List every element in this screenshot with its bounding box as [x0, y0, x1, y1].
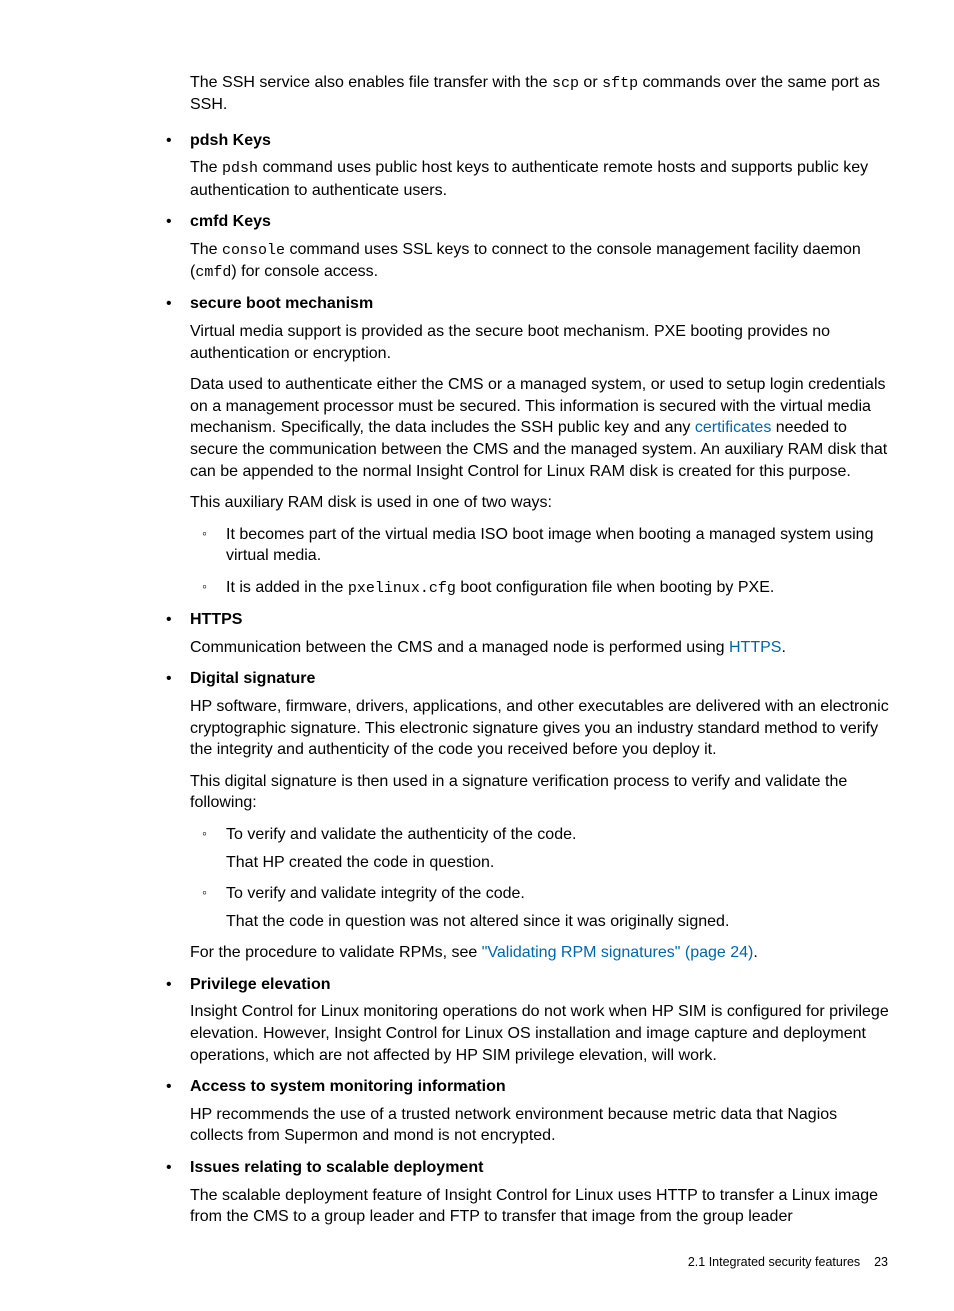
footer-page-number: 23: [874, 1255, 888, 1269]
paragraph: This digital signature is then used in a…: [190, 771, 894, 814]
code-sftp: sftp: [602, 75, 638, 92]
code-pxelinux: pxelinux.cfg: [348, 580, 456, 597]
text: The: [190, 159, 222, 176]
intro-paragraph: The SSH service also enables file transf…: [190, 72, 894, 116]
item-secure-boot: secure boot mechanism Virtual media supp…: [160, 293, 894, 599]
item-access-monitoring: Access to system monitoring information …: [160, 1076, 894, 1147]
sub-list: To verify and validate the authenticity …: [190, 824, 894, 932]
item-https: HTTPS Communication between the CMS and …: [160, 609, 894, 658]
heading-pdsh-keys: pdsh Keys: [190, 130, 894, 152]
paragraph: HP software, firmware, drivers, applicat…: [190, 696, 894, 761]
text: or: [579, 74, 602, 91]
text: To verify and validate integrity of the …: [226, 885, 525, 902]
sub-item: To verify and validate the authenticity …: [190, 824, 894, 873]
text: For the procedure to validate RPMs, see: [190, 944, 482, 961]
link-certificates[interactable]: certificates: [695, 419, 771, 436]
text: .: [753, 944, 757, 961]
code-console: console: [222, 242, 285, 259]
item-pdsh-keys: pdsh Keys The pdsh command uses public h…: [160, 130, 894, 201]
heading-digital-signature: Digital signature: [190, 668, 894, 690]
text: That HP created the code in question.: [226, 852, 894, 874]
footer-section: 2.1 Integrated security features: [688, 1255, 860, 1269]
text: The: [190, 241, 222, 258]
security-features-list: pdsh Keys The pdsh command uses public h…: [160, 130, 894, 1228]
text: command uses public host keys to authent…: [190, 159, 868, 198]
paragraph: Virtual media support is provided as the…: [190, 321, 894, 364]
paragraph: The pdsh command uses public host keys t…: [190, 157, 894, 201]
heading-cmfd-keys: cmfd Keys: [190, 211, 894, 233]
text: The SSH service also enables file transf…: [190, 74, 552, 91]
page-footer: 2.1 Integrated security features 23: [60, 1254, 894, 1271]
item-privilege-elevation: Privilege elevation Insight Control for …: [160, 974, 894, 1066]
code-scp: scp: [552, 75, 579, 92]
heading-access-monitoring: Access to system monitoring information: [190, 1076, 894, 1098]
text: .: [781, 639, 785, 656]
item-digital-signature: Digital signature HP software, firmware,…: [160, 668, 894, 964]
sub-item: To verify and validate integrity of the …: [190, 883, 894, 932]
sub-item: It is added in the pxelinux.cfg boot con…: [190, 577, 894, 599]
text: That the code in question was not altere…: [226, 911, 894, 933]
sub-list: It becomes part of the virtual media ISO…: [190, 524, 894, 599]
item-scalable-deployment: Issues relating to scalable deployment T…: [160, 1157, 894, 1228]
paragraph: Communication between the CMS and a mana…: [190, 637, 894, 659]
item-cmfd-keys: cmfd Keys The console command uses SSL k…: [160, 211, 894, 283]
link-validating-rpm[interactable]: "Validating RPM signatures" (page 24): [482, 944, 754, 961]
text: To verify and validate the authenticity …: [226, 826, 576, 843]
text: It becomes part of the virtual media ISO…: [226, 526, 873, 565]
text: boot configuration file when booting by …: [456, 579, 774, 596]
paragraph: For the procedure to validate RPMs, see …: [190, 942, 894, 964]
text: Communication between the CMS and a mana…: [190, 639, 729, 656]
heading-secure-boot: secure boot mechanism: [190, 293, 894, 315]
heading-https: HTTPS: [190, 609, 894, 631]
text: It is added in the: [226, 579, 348, 596]
paragraph: The scalable deployment feature of Insig…: [190, 1185, 894, 1228]
paragraph: This auxiliary RAM disk is used in one o…: [190, 492, 894, 514]
code-cmfd: cmfd: [195, 264, 231, 281]
code-pdsh: pdsh: [222, 160, 258, 177]
sub-item: It becomes part of the virtual media ISO…: [190, 524, 894, 567]
paragraph: Insight Control for Linux monitoring ope…: [190, 1001, 894, 1066]
heading-privilege-elevation: Privilege elevation: [190, 974, 894, 996]
paragraph: The console command uses SSL keys to con…: [190, 239, 894, 284]
paragraph: Data used to authenticate either the CMS…: [190, 374, 894, 482]
paragraph: HP recommends the use of a trusted netwo…: [190, 1104, 894, 1147]
text: ) for console access.: [231, 263, 378, 280]
link-https[interactable]: HTTPS: [729, 639, 781, 656]
heading-scalable-deployment: Issues relating to scalable deployment: [190, 1157, 894, 1179]
